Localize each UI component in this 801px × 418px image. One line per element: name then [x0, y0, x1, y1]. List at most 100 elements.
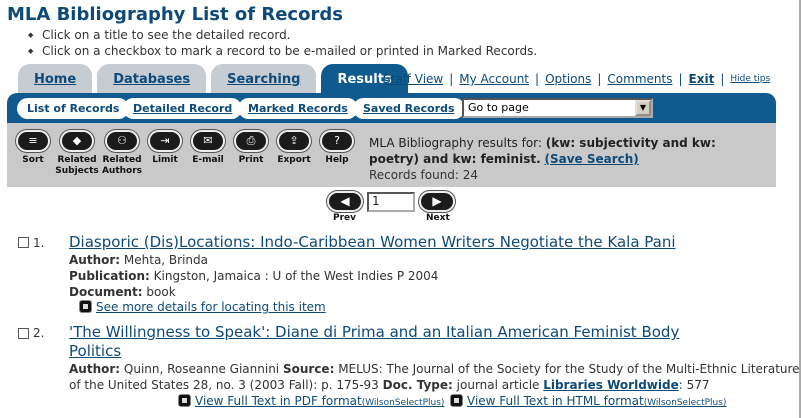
email-label: E-mail	[192, 155, 224, 165]
html-full-text-link[interactable]: View Full Text in HTML format(WilsonSele…	[450, 394, 726, 408]
options-link[interactable]: Options	[545, 72, 591, 86]
sort-button[interactable]: ≡ Sort	[11, 130, 55, 166]
html-icon	[450, 394, 463, 407]
separator: |	[449, 72, 454, 86]
pdf-provider: (WilsonSelectPlus)	[361, 398, 445, 408]
records-found-label: Records found:	[369, 168, 459, 182]
source-label: Source:	[282, 362, 335, 376]
record-publication: Publication: Kingston, Jamaica : U of th…	[69, 268, 438, 284]
tab-home[interactable]: Home	[18, 64, 93, 94]
html-link-text: View Full Text in HTML format	[467, 394, 644, 408]
source-value: MELUS: The Journal of the Society for th…	[338, 362, 800, 376]
print-icon: ⎙	[234, 130, 268, 152]
save-search-link[interactable]: (Save Search)	[544, 152, 638, 166]
main-tabs: Home Databases Searching Results	[18, 64, 408, 94]
print-button[interactable]: ⎙ Print	[229, 130, 273, 166]
record-number: 2.	[33, 326, 45, 340]
subtab-marked-records[interactable]: Marked Records	[238, 98, 358, 119]
doctype-value: journal article	[456, 378, 540, 392]
instruction-item: Click on a title to see the detailed rec…	[28, 27, 537, 43]
next-label: Next	[426, 213, 450, 223]
related-subjects-label: Related Subjects	[55, 155, 99, 176]
prev-arrow-icon[interactable]: ◀	[327, 191, 363, 212]
subtab-detailed-record[interactable]: Detailed Record	[123, 98, 243, 119]
top-links: Staff View | My Account | Options | Comm…	[383, 72, 770, 86]
page-title: MLA Bibliography List of Records	[7, 4, 343, 25]
tab-databases[interactable]: Databases	[97, 64, 207, 94]
record-checkbox[interactable]	[18, 328, 29, 339]
record-title-link[interactable]: Diasporic (Dis)Locations: Indo-Caribbean…	[69, 233, 676, 252]
author-value: Mehta, Brinda	[123, 253, 209, 267]
results-for-label: results for:	[477, 136, 542, 150]
publication-label: Publication:	[69, 269, 150, 283]
publication-value: Kingston, Jamaica : U of the West Indies…	[153, 269, 439, 283]
instruction-item: Click on a checkbox to mark a record to …	[28, 43, 537, 59]
related-authors-button[interactable]: ⚇ Related Authors	[100, 130, 144, 177]
pdf-full-text-link[interactable]: View Full Text in PDF format(WilsonSelec…	[178, 394, 444, 408]
document-value: book	[146, 285, 176, 299]
subtab-saved-records[interactable]: Saved Records	[353, 98, 465, 119]
prev-label: Prev	[333, 213, 357, 223]
see-details-text: See more details for locating this item	[96, 300, 326, 314]
sort-label: Sort	[22, 155, 44, 165]
record-checkbox[interactable]	[18, 237, 29, 248]
see-details-link[interactable]: See more details for locating this item	[79, 300, 326, 314]
related-authors-label: Related Authors	[101, 155, 143, 176]
document-icon	[79, 300, 92, 313]
subtab-bar: List of Records Detailed Record Marked R…	[7, 93, 776, 123]
separator: |	[535, 72, 540, 86]
separator: |	[678, 72, 683, 86]
separator: |	[597, 72, 602, 86]
libraries-worldwide-link[interactable]: Libraries Worldwide	[543, 378, 678, 392]
author-label: Author:	[69, 253, 121, 267]
goto-page-value: Go to page	[468, 101, 529, 114]
tab-searching[interactable]: Searching	[211, 64, 317, 94]
database-name: MLA Bibliography	[369, 136, 474, 150]
author-label: Author:	[69, 362, 121, 376]
libraries-count: : 577	[678, 378, 710, 392]
record-author: Author: Mehta, Brinda	[69, 252, 208, 268]
subtab-list-of-records[interactable]: List of Records	[17, 98, 130, 119]
records-found-count: 24	[462, 168, 479, 182]
email-button[interactable]: ✉ E-mail	[186, 130, 230, 166]
results-info: MLA Bibliography results for: (kw: subje…	[369, 135, 759, 183]
my-account-link[interactable]: My Account	[459, 72, 529, 86]
html-provider: (WilsonSelectPlus)	[643, 398, 727, 408]
document-label: Document:	[69, 285, 143, 299]
related-authors-icon: ⚇	[105, 130, 139, 152]
print-label: Print	[238, 155, 264, 165]
help-label: Help	[325, 155, 349, 165]
hide-tips-link[interactable]: Hide tips	[730, 74, 770, 84]
record-document: Document: book	[69, 284, 176, 300]
help-icon: ?	[320, 130, 354, 152]
help-button[interactable]: ? Help	[315, 130, 359, 166]
exit-link[interactable]: Exit	[689, 72, 715, 86]
author-value: Quinn, Roseanne Giannini	[123, 362, 280, 376]
export-button[interactable]: ⇪ Export	[272, 130, 316, 166]
goto-page-select[interactable]: Go to page ▼	[462, 98, 653, 118]
separator: |	[720, 72, 725, 86]
record-title-link[interactable]: 'The Willingness to Speak': Diane di Pri…	[69, 323, 679, 342]
limit-label: Limit	[152, 155, 178, 165]
related-subjects-button[interactable]: ◆ Related Subjects	[55, 130, 99, 177]
record-number: 1.	[33, 236, 45, 250]
dropdown-arrow-icon[interactable]: ▼	[635, 100, 651, 116]
record-author-source: Author: Quinn, Roseanne Giannini Source:…	[69, 361, 800, 377]
sort-icon: ≡	[16, 130, 50, 152]
source-value-continued: of the United States 28, no. 3 (2003 Fal…	[69, 378, 379, 392]
limit-icon: ⇥	[148, 130, 182, 152]
page-number-input[interactable]: 1	[367, 192, 415, 212]
pdf-icon	[178, 394, 191, 407]
export-icon: ⇪	[277, 130, 311, 152]
email-icon: ✉	[191, 130, 225, 152]
doctype-label: Doc. Type:	[382, 378, 453, 392]
related-subjects-icon: ◆	[60, 130, 94, 152]
staff-view-link[interactable]: Staff View	[383, 72, 443, 86]
record-title-link-continued[interactable]: Politics	[69, 342, 121, 361]
pdf-link-text: View Full Text in PDF format	[195, 394, 362, 408]
next-arrow-icon[interactable]: ▶	[419, 191, 455, 212]
comments-link[interactable]: Comments	[607, 72, 672, 86]
instructions: Click on a title to see the detailed rec…	[28, 27, 537, 59]
limit-button[interactable]: ⇥ Limit	[143, 130, 187, 166]
record-source-continued: of the United States 28, no. 3 (2003 Fal…	[69, 377, 709, 393]
